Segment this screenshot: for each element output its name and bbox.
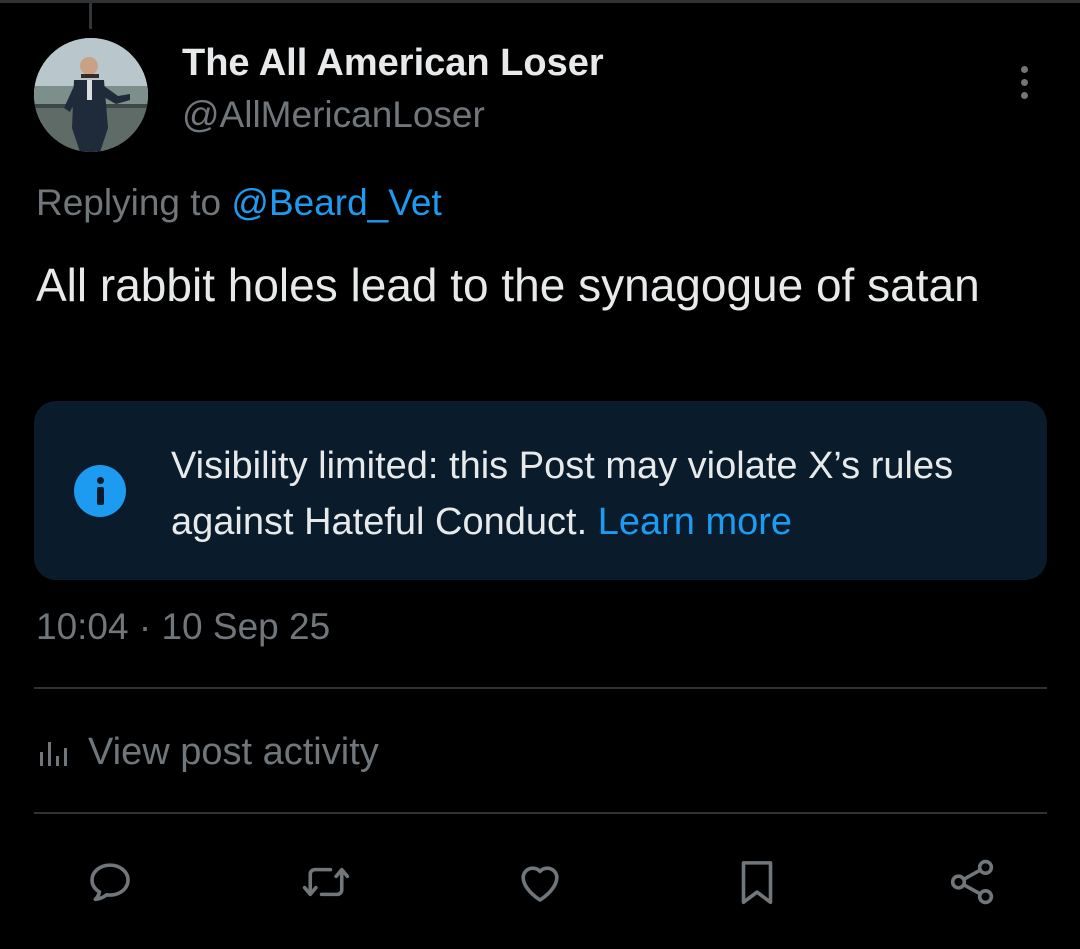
heart-icon [521,866,559,902]
divider [34,687,1047,689]
divider [34,812,1047,814]
view-post-activity-button[interactable]: View post activity [36,728,379,776]
more-options-icon [1020,65,1028,73]
share-icon [950,859,994,905]
replying-to-mention[interactable]: @Beard_Vet [231,182,441,223]
visibility-notice: Visibility limited: this Post may violat… [34,401,1047,580]
like-button[interactable] [510,852,570,912]
repost-button[interactable] [296,852,356,912]
visibility-notice-text: Visibility limited: this Post may violat… [171,438,1031,550]
replying-to-label: Replying to [36,182,222,223]
reply-button[interactable] [80,852,140,912]
bookmark-button[interactable] [727,852,787,912]
avatar-image [34,38,148,152]
replying-to-line: Replying to @Beard_Vet [36,182,442,224]
more-options-button[interactable] [1004,60,1044,104]
bookmark-icon [741,861,773,905]
thread-connector-line [89,3,92,29]
post-text: All rabbit holes lead to the synagogue o… [36,259,980,311]
share-button[interactable] [942,852,1002,912]
reply-icon [90,863,130,902]
avatar[interactable] [34,38,148,152]
repost-icon [302,867,350,897]
top-divider [0,0,1080,3]
info-icon [74,465,126,517]
view-post-activity-label: View post activity [88,730,379,773]
stats-icon [40,742,67,766]
author-handle[interactable]: @AllMericanLoser [182,94,485,136]
learn-more-link[interactable]: Learn more [598,501,792,543]
post-timestamp[interactable]: 10:04 · 10 Sep 25 [36,606,330,648]
visibility-notice-message: Visibility limited: this Post may violat… [171,445,954,543]
author-display-name[interactable]: The All American Loser [182,42,604,85]
